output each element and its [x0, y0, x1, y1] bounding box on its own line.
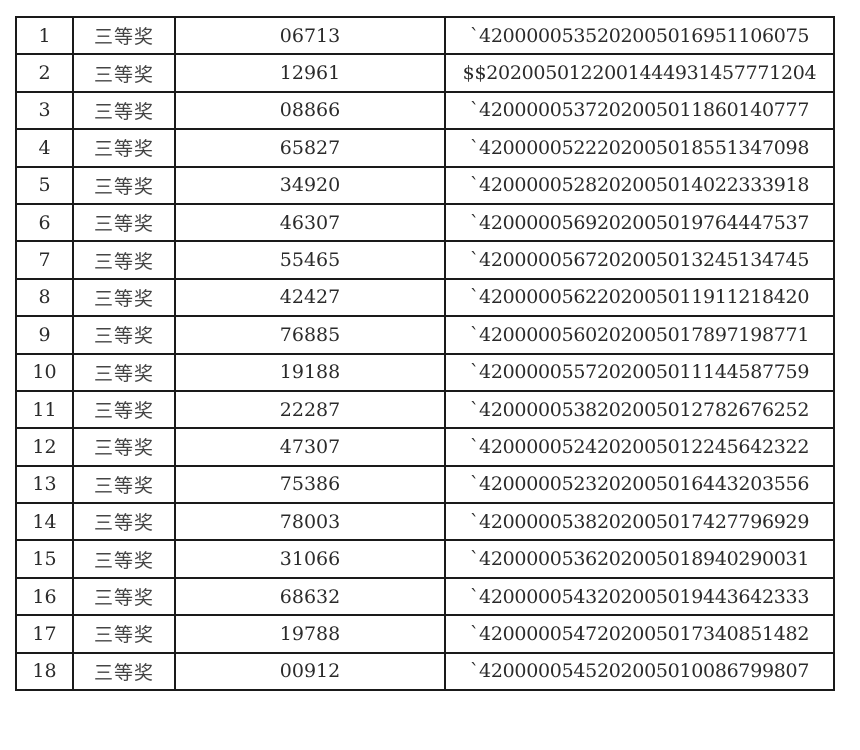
table-row: 18 三等奖 00912 `420000054520200501008679980​7 — [15, 651, 835, 692]
table-row: 13 三等奖 75386 `420000052320200501644320355​6 — [15, 464, 835, 505]
winning-number-cell: 75386 — [174, 464, 446, 505]
transaction-id-cell: `420000053820200501742779692​9 — [444, 502, 835, 542]
row-number-cell: 6 — [15, 202, 74, 243]
table-row: 12 三等奖 47307 `420000052420200501224564232​2 — [15, 427, 835, 467]
prize-level-cell: 三等奖 — [72, 389, 176, 430]
table-row: 1 三等奖 06713 `42000005352020050169511060​75 — [15, 15, 835, 56]
transaction-id-cell: `420000054720200501734085148​2 — [444, 614, 835, 654]
winning-number-cell: 31066 — [174, 539, 446, 579]
prize-level-cell: 三等奖 — [72, 539, 176, 579]
transaction-id-cell: `420000053720200501186014077​7 — [444, 90, 835, 131]
winning-number-cell: 08866 — [174, 90, 446, 131]
winning-number-cell: 76885 — [174, 315, 446, 355]
table-row: 17 三等奖 19788 `420000054720200501734085148​2 — [15, 614, 835, 654]
winning-number-cell: 78003 — [174, 502, 446, 542]
row-number-cell: 13 — [15, 464, 74, 505]
prize-level-cell: 三等奖 — [72, 502, 176, 542]
row-number-cell: 12 — [15, 427, 74, 467]
transaction-id-cell: `420000056920200501976444753​7 — [444, 202, 835, 243]
prize-level-cell: 三等奖 — [72, 277, 176, 318]
winning-number-cell: 22287 — [174, 389, 446, 430]
table-row: 4 三等奖 65827 `420000052220200501855134709​8 — [15, 128, 835, 168]
winning-number-cell: 46307 — [174, 202, 446, 243]
transaction-id-cell: `420000052420200501224564232​2 — [444, 427, 835, 467]
row-number-cell: 8 — [15, 277, 74, 318]
winning-number-cell: 42427 — [174, 277, 446, 318]
transaction-id-cell: `42000005352020050169511060​75 — [444, 15, 835, 56]
prize-level-cell: 三等奖 — [72, 165, 176, 205]
table-row: 2 三等奖 12961 $$202005012200144493145777​1204 — [15, 53, 835, 93]
winning-number-cell: 19188 — [174, 352, 446, 392]
transaction-id-cell: `420000052220200501855134709​8 — [444, 128, 835, 168]
prize-level-cell: 三等奖 — [72, 614, 176, 654]
row-number-cell: 18 — [15, 651, 74, 692]
table-row: 9 三等奖 76885 `420000056020200501789719877​1 — [15, 315, 835, 355]
table-row: 5 三等奖 34920 `420000052820200501402233391​8 — [15, 165, 835, 205]
prize-level-cell: 三等奖 — [72, 15, 176, 56]
table-row: 3 三等奖 08866 `420000053720200501186014077​7 — [15, 90, 835, 131]
prize-level-cell: 三等奖 — [72, 315, 176, 355]
row-number-cell: 17 — [15, 614, 74, 654]
table-row: 8 三等奖 42427 `420000056220200501191121842​0 — [15, 277, 835, 318]
winning-number-cell: 65827 — [174, 128, 446, 168]
transaction-id-cell: `420000052320200501644320355​6 — [444, 464, 835, 505]
table-row: 16 三等奖 68632 `420000054320200501944364233​3 — [15, 576, 835, 617]
winning-number-cell: 00912 — [174, 651, 446, 692]
prize-level-cell: 三等奖 — [72, 352, 176, 392]
row-number-cell: 4 — [15, 128, 74, 168]
winning-number-cell: 34920 — [174, 165, 446, 205]
winning-number-cell: 68632 — [174, 576, 446, 617]
transaction-id-cell: `420000056020200501789719877​1 — [444, 315, 835, 355]
prize-level-cell: 三等奖 — [72, 128, 176, 168]
table-row: 15 三等奖 31066 `420000053620200501894029003​1 — [15, 539, 835, 579]
prize-level-cell: 三等奖 — [72, 53, 176, 93]
prize-level-cell: 三等奖 — [72, 240, 176, 280]
table-body: 1 三等奖 06713 `42000005352020050169511060​75 2… — [15, 15, 835, 692]
transaction-id-cell: `420000055720200501114458775​9 — [444, 352, 835, 392]
winning-number-cell: 55465 — [174, 240, 446, 280]
row-number-cell: 16 — [15, 576, 74, 617]
prize-level-cell: 三等奖 — [72, 427, 176, 467]
winning-number-cell: 12961 — [174, 53, 446, 93]
prize-level-cell: 三等奖 — [72, 464, 176, 505]
prize-level-cell: 三等奖 — [72, 90, 176, 131]
row-number-cell: 1 — [15, 15, 74, 56]
table-row: 6 三等奖 46307 `420000056920200501976444753​7 — [15, 202, 835, 243]
table-row: 14 三等奖 78003 `420000053820200501742779692​9 — [15, 502, 835, 542]
table-row: 7 三等奖 55465 `420000056720200501324513474​5 — [15, 240, 835, 280]
row-number-cell: 5 — [15, 165, 74, 205]
transaction-id-cell: `420000052820200501402233391​8 — [444, 165, 835, 205]
row-number-cell: 3 — [15, 90, 74, 131]
transaction-id-cell: `420000056220200501191121842​0 — [444, 277, 835, 318]
row-number-cell: 7 — [15, 240, 74, 280]
row-number-cell: 2 — [15, 53, 74, 93]
winning-number-cell: 19788 — [174, 614, 446, 654]
transaction-id-cell: `420000054320200501944364233​3 — [444, 576, 835, 617]
row-number-cell: 11 — [15, 389, 74, 430]
row-number-cell: 15 — [15, 539, 74, 579]
row-number-cell: 10 — [15, 352, 74, 392]
prize-winners-table: 1 三等奖 06713 `42000005352020050169511060​75 2… — [15, 15, 835, 692]
transaction-id-cell: `420000054520200501008679980​7 — [444, 651, 835, 692]
transaction-id-cell: `420000053820200501278267625​2 — [444, 389, 835, 430]
winning-number-cell: 06713 — [174, 15, 446, 56]
row-number-cell: 9 — [15, 315, 74, 355]
table-row: 11 三等奖 22287 `420000053820200501278267625​2 — [15, 389, 835, 430]
transaction-id-cell: `420000053620200501894029003​1 — [444, 539, 835, 579]
table-row: 10 三等奖 19188 `420000055720200501114458775​9 — [15, 352, 835, 392]
winning-number-cell: 47307 — [174, 427, 446, 467]
row-number-cell: 14 — [15, 502, 74, 542]
transaction-id-cell: `420000056720200501324513474​5 — [444, 240, 835, 280]
prize-level-cell: 三等奖 — [72, 651, 176, 692]
transaction-id-cell: $$202005012200144493145777​1204 — [444, 53, 835, 93]
prize-level-cell: 三等奖 — [72, 576, 176, 617]
prize-level-cell: 三等奖 — [72, 202, 176, 243]
